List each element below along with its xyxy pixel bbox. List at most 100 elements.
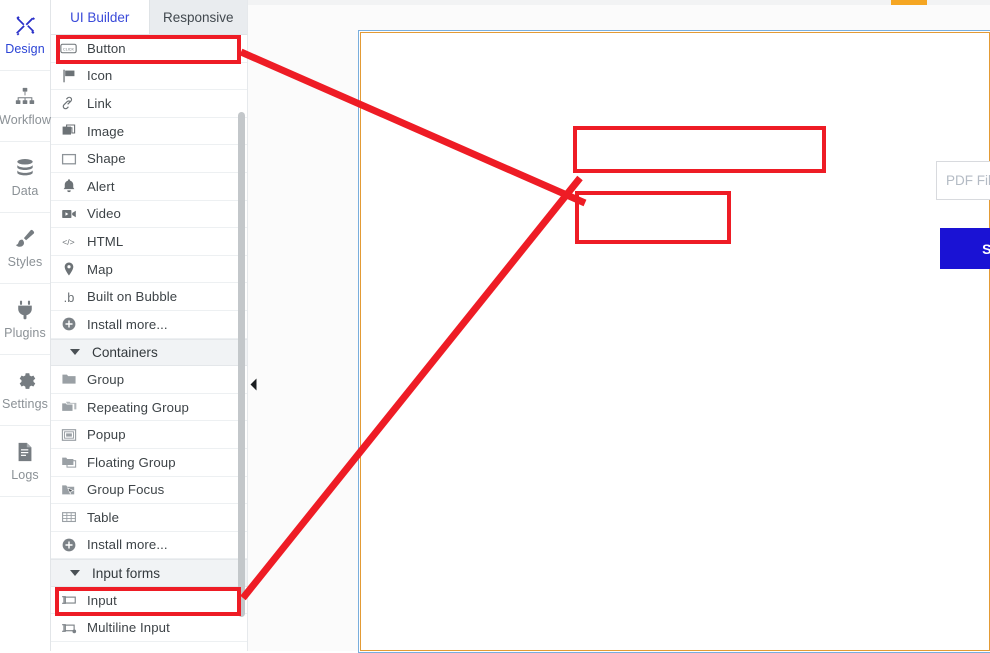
element-item-video[interactable]: Video (51, 200, 247, 229)
rail-item-workflow[interactable]: Workflow (0, 71, 51, 142)
gear-icon (14, 370, 36, 392)
pdf-file-input[interactable]: PDF File (936, 161, 990, 200)
element-item-group-focus[interactable]: Group Focus (51, 476, 247, 505)
section-header-containers[interactable]: Containers (51, 338, 247, 367)
popup-frame-icon (60, 426, 77, 443)
element-item-label: Video (87, 206, 121, 222)
rail-item-label: Settings (2, 396, 48, 411)
page-frame-inner-border (360, 32, 990, 651)
paintbrush-icon (14, 228, 36, 250)
plug-icon (14, 299, 36, 321)
bubble-b-icon: .b (60, 288, 77, 305)
element-item-multiline-input[interactable]: Multiline Input (51, 614, 247, 643)
collapse-panel-arrow-icon[interactable] (249, 378, 258, 391)
element-item-label: Alert (87, 178, 115, 194)
rail-item-label: Styles (7, 254, 43, 269)
tab-ui-builder[interactable]: UI Builder (51, 0, 150, 34)
rail-item-label: Logs (11, 467, 39, 482)
element-item-label: Table (87, 509, 120, 525)
element-item-label: Group Focus (87, 482, 165, 498)
element-item-label: Icon (87, 68, 113, 84)
svg-text:</>: </> (62, 237, 74, 247)
element-item-link[interactable]: Link (51, 90, 247, 118)
section-header-label: Input forms (92, 565, 160, 581)
element-item-label: HTML (87, 233, 124, 249)
rail-item-plugins[interactable]: Plugins (0, 284, 50, 355)
element-item-alert[interactable]: Alert (51, 172, 247, 201)
database-icon (14, 157, 36, 179)
rail-item-data[interactable]: Data (0, 142, 50, 213)
rail-item-styles[interactable]: Styles (0, 213, 50, 284)
tab-label: UI Builder (70, 9, 130, 25)
element-item-label: Image (87, 123, 125, 139)
element-item-label: Map (87, 261, 113, 277)
submit-button-label: SUBMIT (982, 240, 990, 257)
rail-item-label: Plugins (4, 325, 46, 340)
tab-label: Responsive (162, 9, 234, 25)
floating-folder-icon (60, 454, 77, 471)
element-item-input[interactable]: Input (51, 586, 247, 615)
code-tag-icon: </> (60, 233, 77, 250)
element-item-group[interactable]: Group (51, 366, 247, 394)
table-grid-icon (60, 509, 77, 526)
link-chain-icon (60, 95, 77, 112)
element-item-built-on-bubble[interactable]: .b Built on Bubble (51, 283, 247, 311)
caret-down-icon (70, 349, 80, 356)
element-item-shape[interactable]: Shape (51, 145, 247, 173)
click-button-icon: CLICK (60, 40, 77, 57)
element-item-map[interactable]: Map (51, 255, 247, 284)
pdf-file-input-placeholder: PDF File (946, 173, 990, 188)
element-item-label: Multiline Input (87, 620, 170, 636)
document-icon (14, 441, 36, 463)
element-palette-panel: UI Builder Responsive CLICK Button Icon … (51, 0, 248, 651)
design-canvas-area: PDF File SUBMIT (248, 0, 990, 653)
palette-tab-bar: UI Builder Responsive (51, 0, 247, 35)
rail-item-design[interactable]: Design (0, 0, 50, 71)
caret-down-icon (70, 570, 80, 577)
element-item-label: Button (87, 40, 126, 56)
element-item-install-more-visual[interactable]: Install more... (51, 310, 247, 339)
element-item-html[interactable]: </> HTML (51, 228, 247, 256)
active-page-tab-indicator (891, 0, 927, 5)
input-field-icon (60, 592, 77, 609)
element-item-label: Link (87, 95, 112, 111)
image-icon (60, 123, 77, 140)
svg-text:.b: .b (63, 289, 74, 304)
plus-circle-icon (60, 536, 77, 553)
element-item-label: Shape (87, 151, 126, 167)
rail-item-label: Workflow (0, 112, 51, 127)
rail-item-label: Design (5, 41, 45, 56)
bell-alert-icon (60, 178, 77, 195)
multiline-input-icon (60, 619, 77, 636)
page-frame[interactable]: PDF File SUBMIT (358, 30, 990, 653)
element-item-icon[interactable]: Icon (51, 62, 247, 91)
rail-item-settings[interactable]: Settings (0, 355, 50, 426)
svg-text:CLICK: CLICK (63, 47, 75, 51)
group-focus-cursor-icon (60, 481, 77, 498)
tab-responsive[interactable]: Responsive (149, 0, 247, 34)
element-item-label: Input (87, 592, 117, 608)
submit-button[interactable]: SUBMIT (940, 228, 990, 269)
video-camera-icon (60, 205, 77, 222)
primary-nav-rail: Design Workflow Data Styles Plugins Sett… (0, 0, 51, 651)
repeating-folder-icon (60, 399, 77, 416)
rail-item-logs[interactable]: Logs (0, 426, 50, 497)
workflow-hierarchy-icon (14, 86, 36, 108)
element-item-repeating-group[interactable]: Repeating Group (51, 393, 247, 422)
element-item-popup[interactable]: Popup (51, 421, 247, 449)
element-item-image[interactable]: Image (51, 117, 247, 146)
element-item-button[interactable]: CLICK Button (51, 35, 247, 63)
element-item-install-more-containers[interactable]: Install more... (51, 531, 247, 560)
section-header-input-forms[interactable]: Input forms (51, 559, 247, 587)
rail-item-label: Data (11, 183, 39, 198)
canvas-top-strip (248, 0, 990, 5)
flag-icon (60, 67, 77, 84)
section-header-label: Containers (92, 344, 158, 360)
rectangle-shape-icon (60, 150, 77, 167)
element-item-label: Install more... (87, 537, 168, 553)
element-item-label: Group (87, 371, 125, 387)
element-item-floating-group[interactable]: Floating Group (51, 448, 247, 477)
element-item-table[interactable]: Table (51, 504, 247, 532)
palette-scrollbar-thumb[interactable] (238, 112, 245, 617)
element-item-label: Popup (87, 427, 126, 443)
